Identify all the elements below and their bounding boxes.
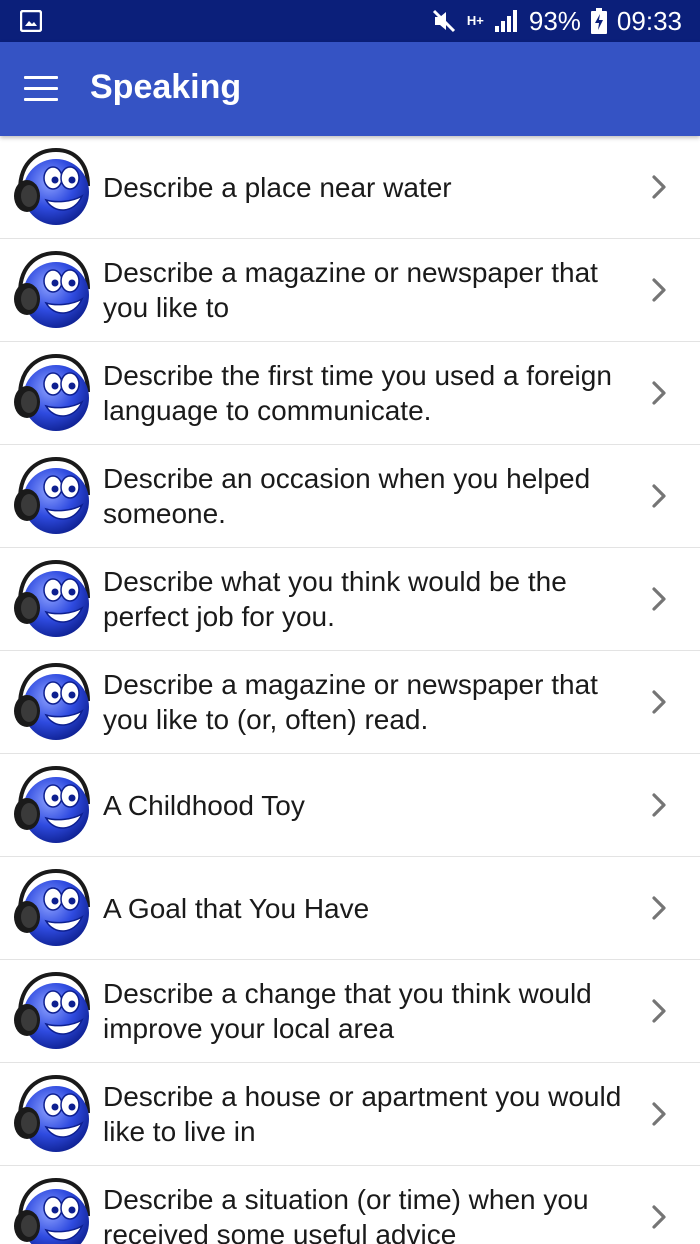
chevron-right-icon — [650, 998, 668, 1024]
headphones-smiley-icon — [10, 352, 92, 434]
headphones-smiley-icon — [10, 1073, 92, 1155]
headphones-smiley-icon — [10, 146, 92, 228]
list-item-label: A Childhood Toy — [103, 789, 305, 821]
gallery-icon — [20, 10, 42, 32]
list-item-label: Describe a situation (or time) when you … — [103, 1184, 589, 1244]
list-item[interactable]: Describe a magazine or newspaper that yo… — [0, 651, 700, 754]
chevron-right-icon — [650, 689, 668, 715]
chevron-right-icon — [650, 277, 668, 303]
list-item-label: Describe a magazine or newspaper that yo… — [103, 257, 598, 323]
headphones-smiley-icon — [10, 249, 92, 331]
clock: 09:33 — [616, 5, 682, 36]
chevron-right-icon — [650, 895, 668, 921]
page-title: Speaking — [90, 68, 242, 106]
list-item-label: Describe a magazine or newspaper that yo… — [103, 669, 598, 735]
battery-charging-icon — [590, 8, 607, 34]
list-item[interactable]: Describe a place near water — [0, 136, 700, 239]
list-item-label: Describe a house or apartment you would … — [103, 1081, 622, 1147]
list-item[interactable]: A Goal that You Have — [0, 857, 700, 960]
list-item[interactable]: Describe the first time you used a forei… — [0, 342, 700, 445]
network-type: H+ — [466, 13, 484, 28]
list-item-label: Describe what you think would be the per… — [103, 566, 567, 632]
list-item-label: Describe an occasion when you helped som… — [103, 463, 591, 529]
headphones-smiley-icon — [10, 1176, 92, 1244]
headphones-smiley-icon — [10, 455, 92, 537]
list-item[interactable]: Describe an occasion when you helped som… — [0, 445, 700, 548]
headphones-smiley-icon — [10, 970, 92, 1052]
headphones-smiley-icon — [10, 764, 92, 846]
list-item-label: Describe the first time you used a forei… — [103, 360, 612, 426]
battery-percent: 93% — [528, 5, 581, 36]
app-bar: Speaking — [0, 42, 700, 136]
list-item[interactable]: Describe a magazine or newspaper that yo… — [0, 239, 700, 342]
list-item[interactable]: Describe a change that you think would i… — [0, 960, 700, 1063]
list-item[interactable]: Describe what you think would be the per… — [0, 548, 700, 651]
list-item-label: Describe a change that you think would i… — [103, 978, 592, 1044]
topic-list: Describe a place near water Describe a m… — [0, 136, 700, 1244]
status-bar: H+ 93% 09:33 — [0, 0, 700, 42]
chevron-right-icon — [650, 380, 668, 406]
list-item-label: Describe a place near water — [103, 171, 452, 203]
headphones-smiley-icon — [10, 867, 92, 949]
mute-icon — [432, 9, 455, 33]
headphones-smiley-icon — [10, 661, 92, 743]
chevron-right-icon — [650, 792, 668, 818]
chevron-right-icon — [650, 483, 668, 509]
chevron-right-icon — [650, 1204, 668, 1230]
list-item-label: A Goal that You Have — [103, 892, 370, 924]
signal-icon — [494, 10, 517, 32]
chevron-right-icon — [650, 174, 668, 200]
headphones-smiley-icon — [10, 558, 92, 640]
list-item[interactable]: A Childhood Toy — [0, 754, 700, 857]
hamburger-menu-icon[interactable] — [24, 76, 58, 102]
list-item[interactable]: Describe a situation (or time) when you … — [0, 1166, 700, 1244]
list-item[interactable]: Describe a house or apartment you would … — [0, 1063, 700, 1166]
chevron-right-icon — [650, 1101, 668, 1127]
chevron-right-icon — [650, 586, 668, 612]
